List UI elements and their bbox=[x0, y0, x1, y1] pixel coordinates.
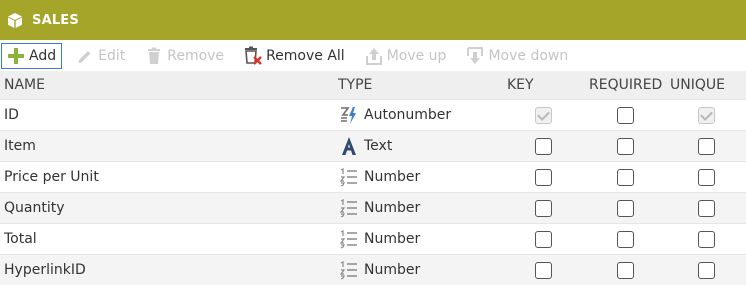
required-checkbox[interactable] bbox=[617, 137, 634, 155]
field-type-label: Number bbox=[364, 200, 421, 216]
move-up-icon bbox=[364, 46, 384, 66]
title-bar: SALES bbox=[0, 0, 746, 40]
unique-checkbox[interactable] bbox=[698, 168, 715, 186]
plus-icon bbox=[6, 46, 26, 66]
table-row[interactable]: Quantity Number bbox=[0, 192, 746, 223]
window-title: SALES bbox=[32, 12, 79, 28]
table-row[interactable]: HyperlinkID Number bbox=[0, 254, 746, 285]
key-checkbox[interactable] bbox=[535, 168, 552, 186]
move-down-icon bbox=[465, 46, 485, 66]
field-type: Number bbox=[338, 198, 420, 218]
unique-checkbox[interactable] bbox=[698, 261, 715, 279]
field-name: Item bbox=[4, 138, 36, 154]
toolbar: Add Edit Remove Remove All Move up Move … bbox=[0, 40, 746, 71]
unique-checkbox[interactable] bbox=[698, 106, 715, 124]
field-name: Quantity bbox=[4, 200, 65, 216]
field-name: ID bbox=[4, 107, 19, 123]
number-type-icon bbox=[338, 198, 360, 218]
remove-all-button[interactable]: Remove All bbox=[238, 43, 351, 69]
column-header-unique[interactable]: UNIQUE bbox=[670, 77, 725, 93]
edit-button-label: Edit bbox=[98, 47, 126, 64]
cube-icon bbox=[6, 11, 24, 29]
field-type: Number bbox=[338, 260, 420, 280]
table-row[interactable]: Price per Unit Number bbox=[0, 161, 746, 192]
move-up-button[interactable]: Move up bbox=[359, 43, 453, 69]
unique-checkbox[interactable] bbox=[698, 230, 715, 248]
move-down-button[interactable]: Move down bbox=[460, 43, 574, 69]
required-checkbox[interactable] bbox=[617, 106, 634, 124]
key-checkbox[interactable] bbox=[535, 261, 552, 279]
add-button[interactable]: Add bbox=[1, 42, 63, 69]
move-up-button-label: Move up bbox=[386, 47, 447, 64]
trash-icon bbox=[144, 46, 164, 66]
column-header-required[interactable]: REQUIRED bbox=[589, 77, 662, 93]
trash-x-icon bbox=[243, 46, 263, 66]
table-header: NAME TYPE KEY REQUIRED UNIQUE bbox=[0, 71, 746, 99]
field-type: Number bbox=[338, 167, 420, 187]
field-type: Autonumber bbox=[338, 105, 451, 125]
number-type-icon bbox=[338, 260, 360, 280]
field-type: Text bbox=[338, 136, 392, 156]
key-checkbox[interactable] bbox=[535, 106, 552, 124]
unique-checkbox[interactable] bbox=[698, 199, 715, 217]
key-checkbox[interactable] bbox=[535, 137, 552, 155]
remove-button[interactable]: Remove bbox=[139, 43, 230, 69]
unique-checkbox[interactable] bbox=[698, 137, 715, 155]
move-down-button-label: Move down bbox=[488, 47, 569, 64]
field-type-label: Number bbox=[364, 231, 421, 247]
column-header-type[interactable]: TYPE bbox=[338, 77, 372, 93]
table-row[interactable]: ID Autonumber bbox=[0, 99, 746, 130]
required-checkbox[interactable] bbox=[617, 199, 634, 217]
text-type-icon bbox=[338, 136, 360, 156]
required-checkbox[interactable] bbox=[617, 168, 634, 186]
edit-button[interactable]: Edit bbox=[70, 43, 131, 69]
number-type-icon bbox=[338, 167, 360, 187]
required-checkbox[interactable] bbox=[617, 230, 634, 248]
remove-all-button-label: Remove All bbox=[266, 47, 345, 64]
field-type-label: Autonumber bbox=[364, 107, 452, 123]
autonumber-icon bbox=[338, 105, 360, 125]
field-name: Price per Unit bbox=[4, 169, 99, 185]
required-checkbox[interactable] bbox=[617, 261, 634, 279]
column-header-name[interactable]: NAME bbox=[4, 77, 45, 93]
add-button-label: Add bbox=[29, 47, 57, 64]
field-name: HyperlinkID bbox=[4, 262, 86, 278]
table-row[interactable]: Item Text bbox=[0, 130, 746, 161]
field-type-label: Number bbox=[364, 262, 421, 278]
key-checkbox[interactable] bbox=[535, 230, 552, 248]
remove-button-label: Remove bbox=[167, 47, 225, 64]
fields-table: NAME TYPE KEY REQUIRED UNIQUE ID Autonum… bbox=[0, 71, 746, 285]
field-type-label: Text bbox=[364, 138, 393, 154]
table-row[interactable]: Total Number bbox=[0, 223, 746, 254]
field-type: Number bbox=[338, 229, 420, 249]
pencil-icon bbox=[75, 46, 95, 66]
number-type-icon bbox=[338, 229, 360, 249]
key-checkbox[interactable] bbox=[535, 199, 552, 217]
field-name: Total bbox=[4, 231, 37, 247]
field-type-label: Number bbox=[364, 169, 421, 185]
column-header-key[interactable]: KEY bbox=[507, 77, 534, 93]
